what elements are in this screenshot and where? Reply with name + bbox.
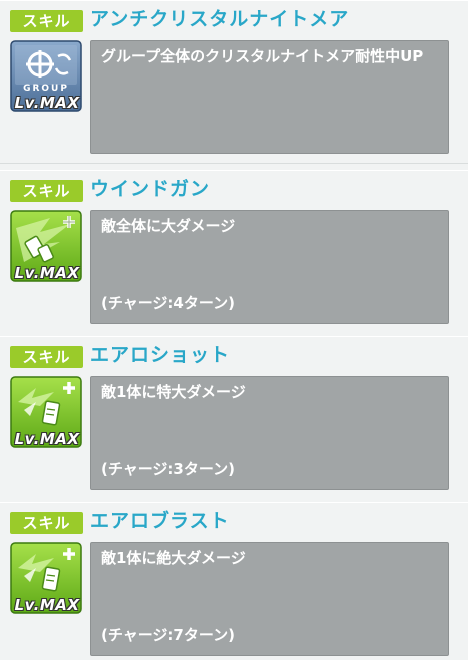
skill-badge: スキル — [10, 512, 83, 534]
description-box: 敵1体に特大ダメージ (チャージ:3ターン) — [90, 376, 449, 490]
description-box: グループ全体のクリスタルナイトメア耐性中UP — [90, 40, 449, 154]
level-label: Lv.MAX — [14, 264, 80, 282]
description-box: 敵1体に絶大ダメージ (チャージ:7ターン) — [90, 542, 449, 656]
skill-description: 敵1体に特大ダメージ — [101, 383, 246, 401]
skill-description: グループ全体のクリスタルナイトメア耐性中UP — [101, 47, 424, 65]
wind-attack-icon: Lv.MAX — [10, 376, 82, 448]
skill-entry: スキル ウインドガン Lv.MAX 敵全体に大ダメージ (チャージ:4ターン) — [0, 170, 468, 337]
group-support-icon: GROUP Lv.MAX — [10, 40, 82, 112]
charge-label: (チャージ:3ターン) — [101, 460, 235, 478]
icon-caption: GROUP — [23, 84, 69, 94]
skill-badge: スキル — [10, 346, 83, 368]
level-label: Lv.MAX — [14, 430, 80, 448]
skill-list: スキル アンチクリスタルナイトメア GROUP Lv.MAX グループ全体のクリ… — [0, 0, 468, 660]
wind-attack-icon: Lv.MAX — [10, 542, 82, 614]
skill-entry: スキル エアロブラスト Lv.MAX 敵1体に絶大ダメージ (チャージ:7ターン… — [0, 502, 468, 660]
skill-badge: スキル — [10, 10, 83, 32]
skill-description: 敵全体に大ダメージ — [101, 217, 236, 235]
skill-title: エアロブラスト — [90, 510, 230, 532]
skill-description: 敵1体に絶大ダメージ — [101, 549, 246, 567]
skill-title: エアロショット — [90, 344, 231, 366]
charge-label: (チャージ:7ターン) — [101, 626, 235, 644]
charge-label: (チャージ:4ターン) — [101, 294, 235, 312]
level-label: Lv.MAX — [14, 94, 80, 112]
skill-title: ウインドガン — [90, 178, 211, 200]
level-label: Lv.MAX — [14, 596, 80, 614]
wind-attack-icon: Lv.MAX — [10, 210, 82, 282]
skill-badge: スキル — [10, 180, 83, 202]
skill-entry: スキル エアロショット Lv.MAX 敵1体に特大ダメージ (チャージ:3ターン… — [0, 336, 468, 503]
description-box: 敵全体に大ダメージ (チャージ:4ターン) — [90, 210, 449, 324]
skill-title: アンチクリスタルナイトメア — [90, 8, 350, 30]
skill-entry: スキル アンチクリスタルナイトメア GROUP Lv.MAX グループ全体のクリ… — [0, 0, 468, 164]
